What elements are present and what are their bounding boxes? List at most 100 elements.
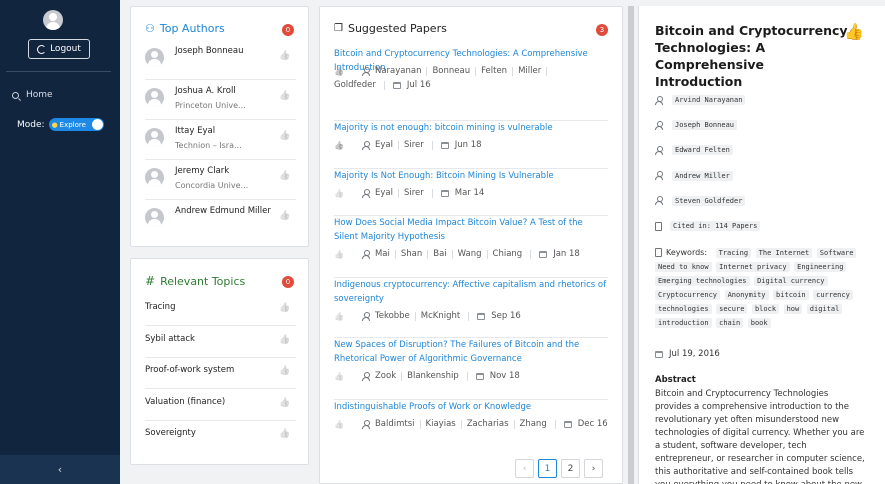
- paper-author[interactable]: Kiayias: [426, 419, 456, 429]
- thumbs-up-icon[interactable]: 👍: [334, 420, 344, 429]
- user-avatar[interactable]: [43, 10, 63, 30]
- panel-resize-handle[interactable]: [628, 6, 634, 484]
- paper-author[interactable]: Shan: [401, 249, 422, 259]
- keyword-tag[interactable]: currency: [813, 290, 853, 300]
- paper-author[interactable]: Bai: [433, 249, 446, 259]
- paper-author[interactable]: Zhang: [520, 419, 547, 429]
- topic-row[interactable]: Valuation (finance) 👍: [145, 390, 296, 421]
- paper-title-link[interactable]: Indigenous cryptocurrency: Affective cap…: [334, 278, 608, 306]
- paper-author[interactable]: Eyal: [375, 188, 393, 198]
- author-row[interactable]: Jeremy Clark Concordia Unive... 👍: [145, 160, 296, 200]
- paper-author[interactable]: Tekobbe: [375, 311, 410, 321]
- paper-author[interactable]: Felten: [481, 66, 507, 76]
- paper-author[interactable]: Mai: [375, 249, 390, 259]
- author-row[interactable]: Andrew Edmund Miller 👍: [145, 200, 296, 240]
- keyword-tag[interactable]: Software: [816, 248, 857, 258]
- person-icon: [361, 249, 370, 259]
- collapse-sidebar-button[interactable]: ‹: [0, 455, 120, 484]
- paper-author[interactable]: Blankenship: [407, 371, 459, 381]
- detail-author[interactable]: Edward Felten: [655, 145, 733, 156]
- thumbs-up-icon[interactable]: 👍: [279, 211, 290, 221]
- paper-title-link[interactable]: How Does Social Media Impact Bitcoin Val…: [334, 216, 608, 244]
- keyword-tag[interactable]: Anonymity: [724, 290, 769, 300]
- keyword-tag[interactable]: chain: [716, 318, 744, 328]
- keyword-tag[interactable]: Tracing: [715, 248, 752, 258]
- person-icon: [361, 371, 370, 381]
- keyword-tag[interactable]: Engineering: [794, 262, 847, 272]
- person-icon: [655, 196, 663, 206]
- thumbs-up-icon[interactable]: 👍: [334, 250, 344, 259]
- thumbs-up-icon[interactable]: 👍: [279, 398, 290, 408]
- person-icon: [655, 171, 663, 181]
- calendar-icon: [475, 372, 484, 380]
- keyword-tag[interactable]: secure: [716, 304, 748, 314]
- keyword-tag[interactable]: Need to know: [655, 262, 712, 272]
- paper-title-link[interactable]: New Spaces of Disruption? The Failures o…: [334, 338, 608, 366]
- sidebar-item-home[interactable]: Home: [12, 90, 53, 100]
- mode-toggle[interactable]: ● Explore: [48, 118, 104, 131]
- thumbs-up-icon[interactable]: 👍: [334, 189, 344, 198]
- author-row[interactable]: Joshua A. Kroll Princeton Unive... 👍: [145, 80, 296, 120]
- keyword-tag[interactable]: introduction: [655, 318, 712, 328]
- topic-row[interactable]: Tracing 👍: [145, 295, 296, 326]
- paper-meta: 👍 Baldimtsi Kiayias Zacharias Zhang Dec 16: [334, 419, 608, 429]
- topic-row[interactable]: Proof-of-work system 👍: [145, 358, 296, 389]
- paper-title-link[interactable]: Majority Is Not Enough: Bitcoin Mining I…: [334, 169, 608, 183]
- paper-author[interactable]: McKnight: [421, 311, 460, 321]
- thumbs-up-icon[interactable]: 👍: [334, 372, 344, 381]
- keyword-tag[interactable]: block: [751, 304, 780, 314]
- keyword-tag[interactable]: The Internet: [755, 248, 813, 258]
- keyword-tag[interactable]: Internet privacy: [716, 262, 790, 272]
- thumbs-up-icon[interactable]: 👍: [334, 141, 344, 150]
- topic-label: Sybil attack: [145, 333, 195, 344]
- keyword-tag[interactable]: Emerging technologies: [655, 276, 750, 286]
- thumbs-up-icon[interactable]: 👍: [279, 303, 290, 313]
- author-name: Joseph Bonneau: [672, 120, 738, 131]
- paper-title-link[interactable]: Majority is not enough: bitcoin mining i…: [334, 121, 608, 135]
- detail-author[interactable]: Arvind Narayanan: [655, 95, 746, 105]
- paper-author[interactable]: Miller: [518, 66, 541, 76]
- person-icon: [655, 145, 663, 155]
- keyword-tag[interactable]: technologies: [655, 304, 712, 314]
- thumbs-up-icon[interactable]: 👍: [279, 335, 290, 345]
- paper-author[interactable]: Zook: [375, 371, 396, 381]
- paper-author[interactable]: Eyal: [375, 140, 393, 150]
- thumbs-up-icon[interactable]: 👍: [279, 51, 290, 61]
- keyword-tag[interactable]: book: [747, 318, 771, 328]
- keyword-tag[interactable]: bitcoin: [773, 290, 809, 300]
- thumbs-up-icon[interactable]: 👍: [334, 67, 344, 76]
- paper-author[interactable]: Zacharias: [467, 419, 509, 429]
- keyword-tag[interactable]: Cryptocurrency: [655, 290, 721, 300]
- paper-author[interactable]: Sirer: [404, 140, 424, 150]
- paper-author[interactable]: Baldimtsi: [375, 419, 415, 429]
- next-page-button[interactable]: ›: [584, 459, 603, 478]
- thumbs-up-icon[interactable]: 👍: [279, 171, 290, 181]
- topic-row[interactable]: Sybil attack 👍: [145, 327, 296, 358]
- keyword-tag[interactable]: how: [783, 304, 803, 314]
- thumbs-up-icon[interactable]: 👍: [279, 429, 290, 439]
- paper-author[interactable]: Narayanan: [375, 66, 422, 76]
- detail-author[interactable]: Joseph Bonneau: [655, 120, 738, 131]
- thumbs-up-icon[interactable]: 👍: [279, 366, 290, 376]
- thumbs-up-icon[interactable]: 👍: [334, 312, 344, 321]
- thumbs-up-icon[interactable]: 👍: [279, 131, 290, 141]
- author-row[interactable]: Joseph Bonneau 👍: [145, 40, 296, 80]
- page-1-button[interactable]: 1: [538, 459, 557, 478]
- page-2-button[interactable]: 2: [561, 459, 580, 478]
- paper-author[interactable]: Sirer: [404, 188, 424, 198]
- logout-button[interactable]: Logout: [28, 39, 90, 59]
- keyword-tag[interactable]: Digital currency: [754, 276, 828, 286]
- thumbs-up-icon[interactable]: 👍: [279, 91, 290, 101]
- paper-author[interactable]: Bonneau: [432, 66, 470, 76]
- paper-author[interactable]: Chiang: [493, 249, 523, 259]
- thumbs-up-icon[interactable]: 👍: [844, 22, 864, 41]
- keyword-tag[interactable]: digital: [806, 304, 843, 314]
- author-row[interactable]: Ittay Eyal Technion – Isra... 👍: [145, 120, 296, 160]
- paper-author[interactable]: Wang: [458, 249, 482, 259]
- paper-author[interactable]: Goldfeder: [334, 80, 376, 90]
- topic-row[interactable]: Sovereignty 👍: [145, 421, 296, 452]
- prev-page-button[interactable]: ‹: [515, 459, 534, 478]
- detail-author[interactable]: Andrew Miller: [655, 170, 733, 181]
- detail-author[interactable]: Steven Goldfeder: [655, 195, 746, 206]
- paper-title-link[interactable]: Indistinguishable Proofs of Work or Know…: [334, 400, 608, 414]
